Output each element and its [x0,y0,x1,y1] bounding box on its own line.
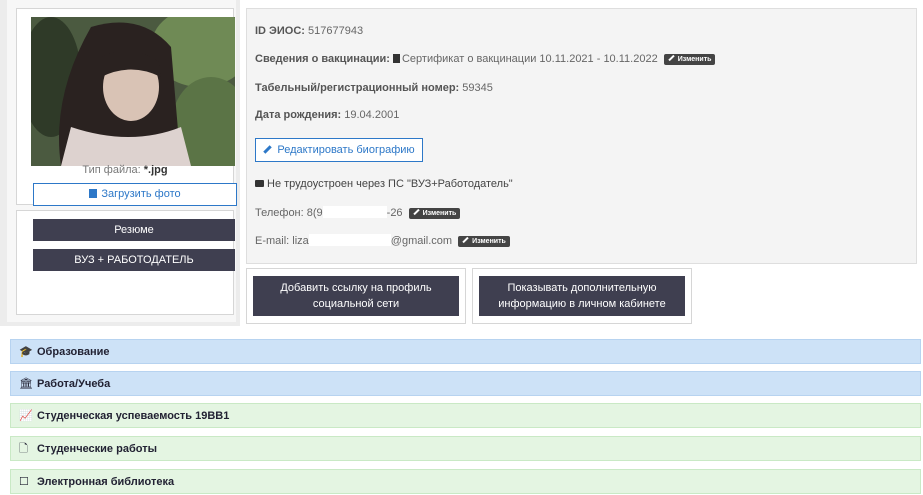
add-social-link-button[interactable]: Добавить ссылку на профиль социальной се… [253,276,459,316]
file-icon: 🗋 [19,443,28,455]
phone-redacted [322,206,387,218]
phone-prefix: Телефон: 8(9 [255,207,323,219]
edit-vaccination-label: Изменить [677,56,712,63]
upload-photo-button[interactable]: Загрузить фото [33,183,237,206]
file-type-value: *.jpg [143,164,168,176]
extra-info-card: Показывать дополнительную информацию в л… [472,268,692,324]
graduation-cap-icon: 🎓 [19,346,33,358]
photo-card: Тип файла: *.jpg Загрузить фото [16,8,237,206]
profile-photo-image [31,17,235,166]
accordion-education[interactable]: 🎓 Образование [10,339,921,364]
show-extra-info-button[interactable]: Показывать дополнительную информацию в л… [479,276,685,316]
email-redacted [308,234,391,246]
file-type-label: Тип файла: [82,164,141,176]
accordion-work-study-label: Работа/Учеба [37,378,111,390]
institution-icon: 🏛 [19,378,33,390]
upload-icon [89,189,98,198]
left-column: Тип файла: *.jpg Загрузить фото Резюме В… [7,0,237,322]
pencil-icon [462,236,469,244]
eios-id-value: 517677943 [308,25,364,37]
profile-info-panel: ID ЭИОС: 517677943 Сведения о вакцинации… [246,8,917,264]
document-icon [392,54,400,63]
birth-date-row: Дата рождения: 19.04.2001 [255,109,399,121]
briefcase-icon [255,180,264,187]
phone-row: Телефон: 8(9 -26 Изменить [255,206,461,219]
tab-number-label: Табельный/регистрационный номер: [255,82,460,94]
left-buttons-card: Резюме ВУЗ + РАБОТОДАТЕЛЬ [16,210,235,315]
eios-id-label: ID ЭИОС: [255,25,305,37]
resume-button[interactable]: Резюме [33,219,235,241]
edit-vaccination-button[interactable]: Изменить [663,54,716,65]
vaccination-row: Сведения о вакцинации: Сертификат о вакц… [255,53,716,65]
employment-status: Не трудоустроен через ПС "ВУЗ+Работодате… [267,178,513,190]
accordion-library[interactable]: ☐ Электронная библиотека [10,469,921,494]
birth-date-value: 19.04.2001 [344,109,400,121]
edit-biography-button[interactable]: Редактировать биографию [255,138,423,162]
tab-number-row: Табельный/регистрационный номер: 59345 [255,82,493,94]
email-row: E-mail: liza @gmail.com Изменить [255,234,510,247]
vaccination-link[interactable]: Сертификат о вакцинации 10.11.2021 - 10.… [402,53,658,65]
vaccination-label: Сведения о вакцинации: [255,53,390,65]
accordion-performance[interactable]: 📈 Студенческая успеваемость 19ВВ1 [10,403,921,428]
tab-number-value: 59345 [462,82,493,94]
email-prefix: E-mail: liza [255,235,309,247]
accordion-student-works[interactable]: 🗋 Студенческие работы [10,436,921,461]
accordion-work-study[interactable]: 🏛 Работа/Учеба [10,371,921,396]
file-type-hint: Тип файла: *.jpg [17,164,233,176]
upload-photo-label: Загрузить фото [101,188,181,200]
edit-phone-button[interactable]: Изменить [408,208,461,219]
birth-date-label: Дата рождения: [255,109,342,121]
pencil-icon [263,145,273,154]
eios-id-row: ID ЭИОС: 517677943 [255,25,363,37]
accordion-performance-label: Студенческая успеваемость 19ВВ1 [37,410,230,422]
edit-biography-label: Редактировать биографию [277,144,415,156]
email-suffix: @gmail.com [390,235,453,247]
pencil-icon [412,208,420,216]
social-link-card: Добавить ссылку на профиль социальной се… [246,268,466,324]
phone-suffix: -26 [386,207,403,219]
accordion-education-label: Образование [37,346,110,358]
accordion-student-works-label: Студенческие работы [37,443,157,455]
pencil-icon [668,54,675,62]
vuz-employer-button[interactable]: ВУЗ + РАБОТОДАТЕЛЬ [33,249,235,271]
profile-photo [31,17,235,166]
edit-email-label: Изменить [472,238,506,245]
accordion-library-label: Электронная библиотека [37,476,175,488]
chart-icon: 📈 [19,410,33,422]
edit-phone-label: Изменить [422,210,457,217]
employment-row: Не трудоустроен через ПС "ВУЗ+Работодате… [255,178,513,190]
edit-email-button[interactable]: Изменить [458,236,510,247]
